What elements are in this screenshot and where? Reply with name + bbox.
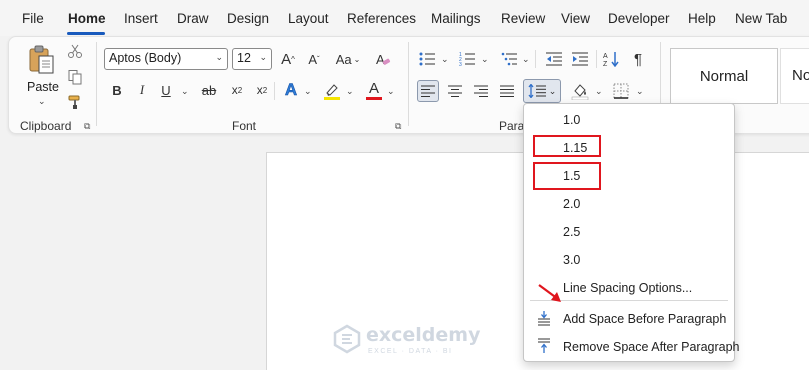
ribbon-tabs: File Home Insert Draw Design Layout Refe… <box>0 0 809 36</box>
tab-review[interactable]: Review <box>501 11 545 26</box>
highlight-dropdown-icon[interactable]: ⌄ <box>346 86 354 97</box>
line-spacing-dropdown-icon[interactable]: ⌄ <box>549 86 557 97</box>
tab-design[interactable]: Design <box>227 11 269 26</box>
increase-indent-icon[interactable] <box>570 48 590 70</box>
tab-home[interactable]: Home <box>68 11 106 26</box>
tab-developer[interactable]: Developer <box>608 11 670 26</box>
italic-button[interactable]: I <box>135 80 149 100</box>
annotation-arrow-icon <box>538 284 561 302</box>
text-effects-icon[interactable]: A <box>281 79 301 101</box>
clipboard-group-label: Clipboard <box>20 119 72 133</box>
svg-text:A: A <box>376 52 385 67</box>
separator <box>596 50 597 68</box>
sort-icon[interactable]: AZ <box>601 48 621 70</box>
paste-label[interactable]: Paste <box>27 80 59 94</box>
svg-text:A: A <box>603 53 608 60</box>
justify-button[interactable] <box>496 80 518 102</box>
format-painter-icon[interactable] <box>66 93 84 111</box>
remove-space-after-icon <box>538 338 550 353</box>
menu-item-2-5[interactable]: 2.5 <box>563 225 580 239</box>
style-normal[interactable]: Normal <box>670 48 778 104</box>
cut-icon[interactable] <box>66 42 84 60</box>
exceldemy-logo-icon <box>333 324 361 354</box>
font-group-label: Font <box>232 119 257 133</box>
strikethrough-button[interactable]: ab <box>199 80 219 100</box>
paragraph-group-label: Paragraph <box>499 119 525 133</box>
separator <box>274 82 275 100</box>
highlight-color-icon[interactable] <box>322 80 342 102</box>
bullets-dropdown-icon[interactable]: ⌄ <box>441 54 449 65</box>
subscript-button[interactable]: x2 <box>229 80 245 100</box>
tab-mailings[interactable]: Mailings <box>431 11 481 26</box>
shrink-font-icon[interactable]: Aˇ <box>304 48 324 70</box>
multilevel-list-icon[interactable] <box>499 48 519 70</box>
watermark: exceldemy EXCEL · DATA · BI <box>332 324 482 358</box>
shading-dropdown-icon[interactable]: ⌄ <box>595 86 603 97</box>
change-case-icon[interactable]: Aa ⌄ <box>333 48 363 70</box>
tab-help[interactable]: Help <box>688 11 716 26</box>
line-spacing-button[interactable]: ⌄ <box>523 79 561 103</box>
svg-text:3: 3 <box>459 62 462 66</box>
numbering-dropdown-icon[interactable]: ⌄ <box>481 54 489 65</box>
font-size-combo[interactable]: 12 ⌄ <box>232 48 272 70</box>
tab-new-tab[interactable]: New Tab <box>735 11 787 26</box>
underline-dropdown-icon[interactable]: ⌄ <box>181 86 189 97</box>
tab-insert[interactable]: Insert <box>124 11 158 26</box>
decrease-indent-icon[interactable] <box>544 48 564 70</box>
tab-view[interactable]: View <box>561 11 590 26</box>
tab-file[interactable]: File <box>22 11 44 26</box>
numbering-icon[interactable]: 123 <box>457 48 477 70</box>
active-tab-indicator <box>67 32 105 35</box>
menu-item-add-space-before[interactable]: Add Space Before Paragraph <box>563 312 726 326</box>
font-color-dropdown-icon[interactable]: ⌄ <box>387 86 395 97</box>
add-space-before-icon <box>538 311 550 326</box>
multilevel-dropdown-icon[interactable]: ⌄ <box>522 54 530 65</box>
watermark-title: exceldemy <box>366 324 481 346</box>
bullets-icon[interactable] <box>417 48 437 70</box>
separator <box>408 42 409 126</box>
borders-dropdown-icon[interactable]: ⌄ <box>636 86 644 97</box>
tab-references[interactable]: References <box>347 11 416 26</box>
underline-button[interactable]: U <box>159 80 173 100</box>
separator <box>96 42 97 126</box>
line-spacing-menu: 1.0 1.15 1.5 2.0 2.5 3.0 Line Spacing Op… <box>523 103 740 362</box>
text-effects-dropdown-icon[interactable]: ⌄ <box>304 86 312 97</box>
align-left-button[interactable] <box>417 80 439 102</box>
tab-layout[interactable]: Layout <box>288 11 329 26</box>
menu-item-1-5[interactable]: 1.5 <box>563 169 580 183</box>
font-size-value: 12 <box>237 51 251 65</box>
menu-item-line-spacing-options[interactable]: Line Spacing Options... <box>563 281 692 295</box>
font-name-value: Aptos (Body) <box>109 51 182 65</box>
copy-icon[interactable] <box>66 68 84 86</box>
menu-item-remove-space-after[interactable]: Remove Space After Paragraph <box>563 340 740 354</box>
chevron-down-icon[interactable]: ⌄ <box>259 52 267 63</box>
clear-formatting-icon[interactable]: A <box>372 48 394 70</box>
font-color-icon[interactable]: A <box>364 79 384 101</box>
menu-item-3-0[interactable]: 3.0 <box>563 253 580 267</box>
menu-item-1-0[interactable]: 1.0 <box>563 113 580 127</box>
style-next-label: No <box>792 67 809 84</box>
font-name-combo[interactable]: Aptos (Body) ⌄ <box>104 48 228 70</box>
svg-text:Z: Z <box>603 61 608 67</box>
font-launcher-icon[interactable]: ⧉ <box>395 121 405 131</box>
shading-icon[interactable] <box>569 80 591 102</box>
paste-icon[interactable] <box>26 44 58 76</box>
show-formatting-marks-icon[interactable]: ¶ <box>628 48 648 70</box>
style-normal-label: Normal <box>699 67 749 85</box>
style-next[interactable]: No <box>780 48 809 104</box>
superscript-button[interactable]: x2 <box>254 80 270 100</box>
chevron-down-icon[interactable]: ⌄ <box>215 52 223 63</box>
separator <box>535 50 536 68</box>
align-center-button[interactable] <box>444 80 466 102</box>
borders-icon[interactable] <box>610 80 632 102</box>
menu-item-1-15[interactable]: 1.15 <box>563 141 587 155</box>
tab-draw[interactable]: Draw <box>177 11 209 26</box>
clipboard-launcher-icon[interactable]: ⧉ <box>84 121 94 131</box>
menu-item-2-0[interactable]: 2.0 <box>563 197 580 211</box>
watermark-subtitle: EXCEL · DATA · BI <box>368 348 453 355</box>
grow-font-icon[interactable]: A ^ <box>278 48 298 70</box>
bold-button[interactable]: B <box>109 80 125 100</box>
paste-dropdown-icon[interactable]: ⌄ <box>38 96 46 107</box>
align-right-button[interactable] <box>470 80 492 102</box>
